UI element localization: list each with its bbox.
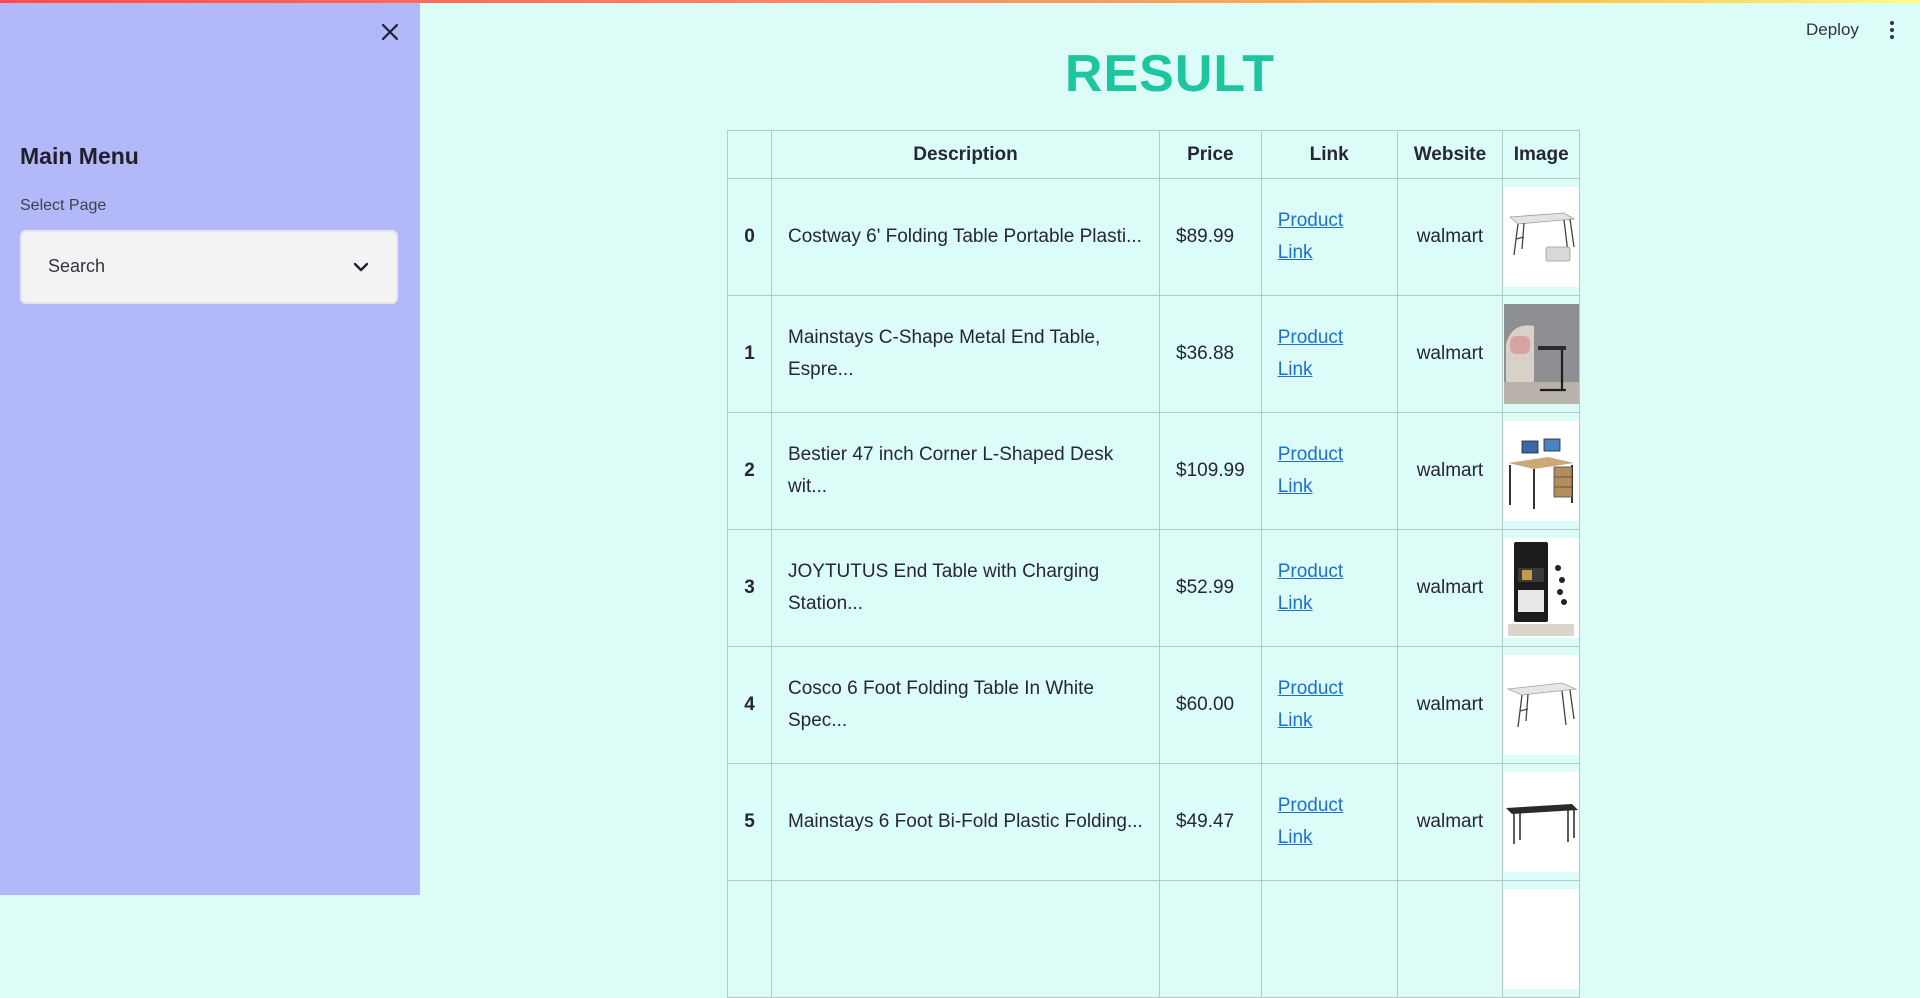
column-header-link: Link: [1260, 130, 1398, 179]
product-link[interactable]: Product Link: [1278, 561, 1343, 614]
product-image-black-folding-table: [1503, 772, 1579, 872]
product-image-l-shaped-desk: [1503, 421, 1579, 521]
product-price: $89.99: [1159, 178, 1262, 296]
row-index: 2: [727, 412, 772, 530]
product-image-c-shape-end-table: [1503, 304, 1579, 404]
product-description: [771, 880, 1160, 998]
product-description: Bestier 47 inch Corner L-Shaped Desk wit…: [771, 412, 1160, 530]
table-row: 5 Mainstays 6 Foot Bi-Fold Plastic Foldi…: [727, 763, 1581, 881]
product-description: Mainstays C-Shape Metal End Table, Espre…: [771, 295, 1160, 413]
product-description: JOYTUTUS End Table with Charging Station…: [771, 529, 1160, 647]
sidebar-title: Main Menu: [20, 143, 139, 169]
results-table: Description Price Link Website Image 0 C…: [727, 130, 1581, 998]
product-link[interactable]: Product Link: [1278, 210, 1343, 263]
page-select-value: Search: [48, 256, 106, 276]
select-page-label: Select Page: [20, 197, 107, 214]
product-website: walmart: [1396, 178, 1504, 296]
product-description: Cosco 6 Foot Folding Table In White Spec…: [771, 646, 1160, 764]
product-link[interactable]: Product Link: [1278, 327, 1343, 380]
product-price: $36.88: [1159, 295, 1262, 413]
product-website: walmart: [1396, 646, 1504, 764]
product-image-white-folding-table: [1503, 655, 1579, 755]
product-image: [1503, 889, 1579, 989]
product-link[interactable]: Product Link: [1278, 444, 1343, 497]
row-index: 4: [727, 646, 772, 764]
table-row: 0 Costway 6' Folding Table Portable Plas…: [727, 178, 1581, 296]
product-price: $49.47: [1159, 763, 1262, 881]
product-link[interactable]: Product Link: [1278, 678, 1343, 731]
sidebar: Main Menu Select Page Search: [0, 0, 420, 895]
column-header-website: Website: [1396, 130, 1504, 179]
product-description: Mainstays 6 Foot Bi-Fold Plastic Folding…: [771, 763, 1160, 881]
product-description: Costway 6' Folding Table Portable Plasti…: [771, 178, 1160, 296]
chevron-down-icon: [353, 262, 369, 272]
column-header-index: [727, 130, 772, 179]
product-website: [1396, 880, 1504, 998]
product-website: walmart: [1396, 295, 1504, 413]
product-website: walmart: [1396, 529, 1504, 647]
row-index: [727, 880, 772, 998]
page-title: RESULT: [1064, 45, 1276, 103]
more-options-icon[interactable]: [1882, 18, 1902, 44]
column-header-price: Price: [1159, 130, 1262, 179]
product-price: $60.00: [1159, 646, 1262, 764]
row-index: 1: [727, 295, 772, 413]
product-price: [1159, 880, 1262, 998]
row-index: 0: [727, 178, 772, 296]
table-row: 4 Cosco 6 Foot Folding Table In White Sp…: [727, 646, 1581, 764]
page-select[interactable]: Search: [20, 230, 398, 304]
product-website: walmart: [1396, 412, 1504, 530]
product-price: $52.99: [1159, 529, 1262, 647]
deploy-button[interactable]: Deploy: [1806, 20, 1859, 40]
top-decoration-bar: [0, 0, 1920, 3]
table-header-row: Description Price Link Website Image: [727, 130, 1581, 179]
column-header-image: Image: [1502, 130, 1581, 179]
table-row: 2 Bestier 47 inch Corner L-Shaped Desk w…: [727, 412, 1581, 530]
product-image-charging-end-table: [1503, 538, 1579, 638]
column-header-description: Description: [771, 130, 1160, 179]
table-row: 3 JOYTUTUS End Table with Charging Stati…: [727, 529, 1581, 647]
table-row: [727, 880, 1581, 998]
table-row: 1 Mainstays C-Shape Metal End Table, Esp…: [727, 295, 1581, 413]
product-image-folding-table: [1503, 187, 1579, 287]
product-website: walmart: [1396, 763, 1504, 881]
product-price: $109.99: [1159, 412, 1262, 530]
row-index: 5: [727, 763, 772, 881]
close-icon[interactable]: [378, 20, 402, 44]
row-index: 3: [727, 529, 772, 647]
product-link[interactable]: Product Link: [1278, 795, 1343, 848]
